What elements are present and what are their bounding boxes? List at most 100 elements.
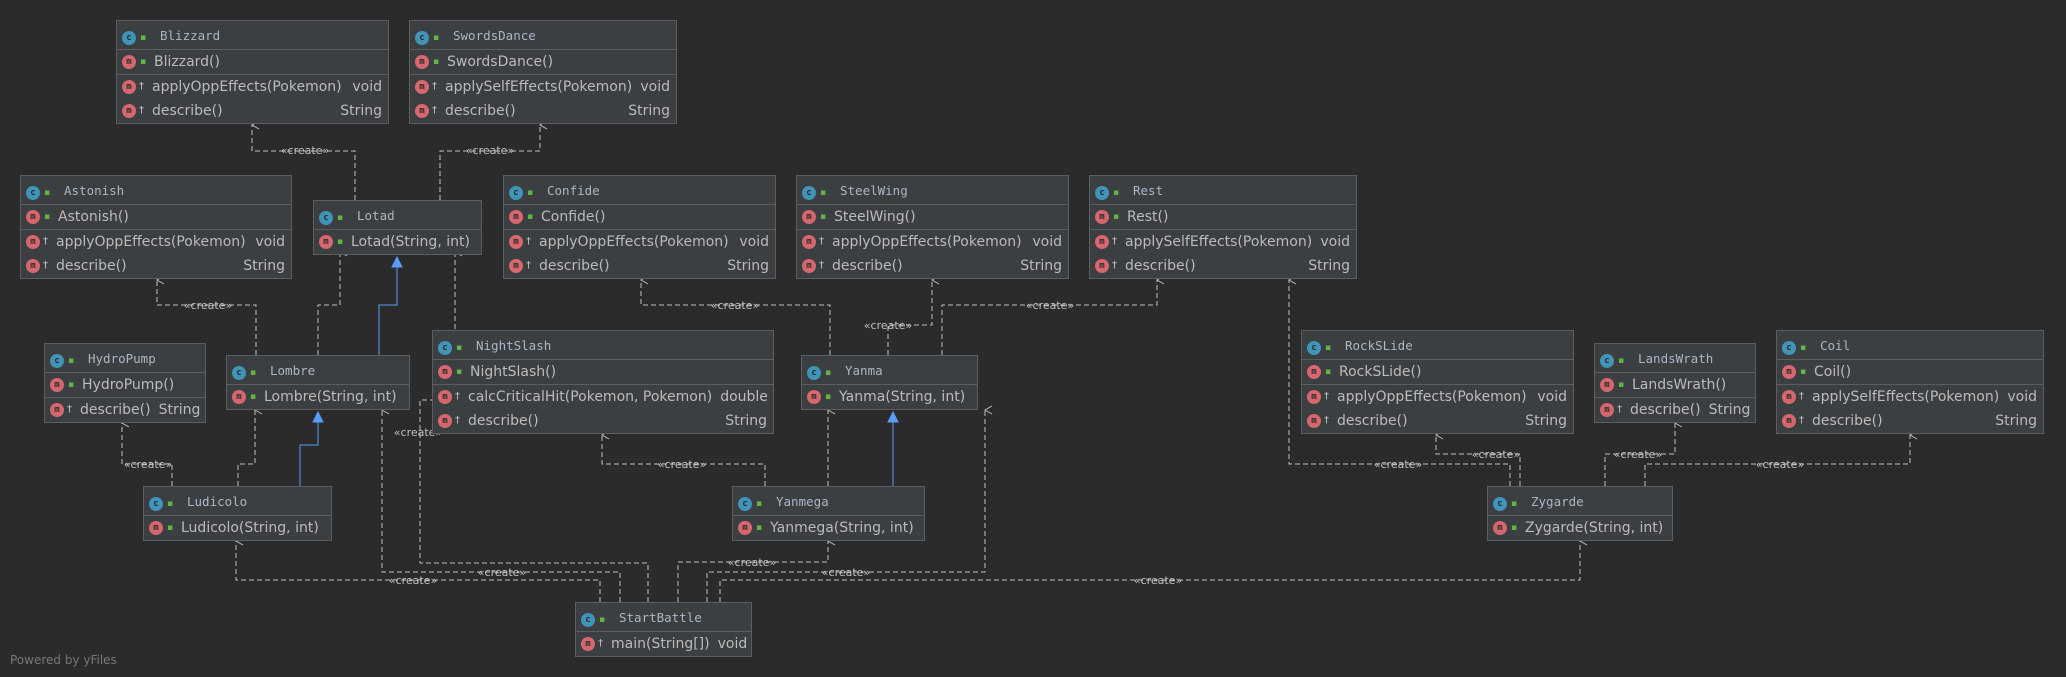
class-zygarde[interactable]: c ▪ Zygarde m ▪ Zygarde(String, int)	[1487, 486, 1673, 541]
member-row[interactable]: m † applyOppEffects(Pokemon) void	[21, 230, 291, 254]
class-icon: c	[319, 211, 333, 225]
member-row[interactable]: m † applyOppEffects(Pokemon) void	[797, 230, 1068, 254]
method-signature: describe()	[1812, 413, 1883, 429]
member-row[interactable]: m † describe() String	[1090, 254, 1356, 278]
method-icon: m	[1782, 365, 1796, 379]
member-row[interactable]: m ▪ Astonish()	[21, 205, 291, 229]
method-icon: m	[738, 521, 752, 535]
member-row[interactable]: m † applySelfEffects(Pokemon) void	[1777, 385, 2043, 409]
public-lock-icon: ▪	[336, 213, 344, 223]
member-row[interactable]: m † describe() String	[1302, 409, 1573, 433]
class-hydropump[interactable]: c ▪ HydroPump m ▪ HydroPump() m † describe() Stri…	[44, 343, 206, 423]
member-row[interactable]: m † main(String[]) void	[576, 632, 751, 656]
member-row[interactable]: m ▪ LandsWrath()	[1595, 373, 1755, 397]
member-row[interactable]: m ▪ NightSlash()	[433, 360, 773, 384]
edge-lombre-astonish-label: «create»	[184, 299, 232, 312]
class-rockslide[interactable]: c ▪ RockSLide m ▪ RockSLide() m † applyOppEffect…	[1301, 330, 1574, 434]
public-lock-icon: ▪	[139, 57, 147, 67]
edge-startbattle-lombre-label: «create»	[478, 566, 526, 579]
class-name: RockSLide	[1345, 338, 1413, 353]
method-signature: applyOppEffects(Pokemon)	[539, 234, 729, 250]
public-lock-icon: ▪	[1510, 499, 1518, 509]
class-astonish[interactable]: c ▪ Astonish m ▪ Astonish() m † applyOppEffects(…	[20, 175, 292, 279]
return-type: String	[628, 103, 670, 119]
inherit-lombre-lotad	[378, 257, 398, 355]
member-row[interactable]: m † describe() String	[117, 99, 388, 123]
method-icon: m	[438, 365, 452, 379]
method-icon: m	[232, 390, 246, 404]
class-swordsdance[interactable]: c ▪ SwordsDance m ▪ SwordsDance() m † applySelfE…	[409, 20, 677, 124]
member-row[interactable]: m † describe() String	[504, 254, 775, 278]
class-yanmega[interactable]: c ▪ Yanmega m ▪ Yanmega(String, int)	[732, 486, 925, 541]
member-row[interactable]: m † applySelfEffects(Pokemon) void	[410, 75, 676, 99]
method-signature: NightSlash()	[470, 364, 557, 380]
class-header: c ▪ NightSlash	[433, 331, 773, 360]
method-icon: m	[1782, 414, 1796, 428]
member-row[interactable]: m ▪ Yanma(String, int)	[802, 385, 977, 409]
member-row[interactable]: m ▪ Blizzard()	[117, 50, 388, 74]
member-section: m ▪ Yanmega(String, int)	[733, 516, 924, 540]
class-rest[interactable]: c ▪ Rest m ▪ Rest() m † applySelfEffects(Pokemon…	[1089, 175, 1357, 279]
method-signature: LandsWrath()	[1632, 377, 1727, 393]
member-row[interactable]: m † describe() String	[1595, 398, 1755, 422]
member-section: m ▪ LandsWrath()	[1595, 373, 1755, 398]
public-lock-icon: ▪	[1112, 188, 1120, 198]
member-row[interactable]: m ▪ Zygarde(String, int)	[1488, 516, 1672, 540]
return-type: void	[352, 79, 382, 95]
member-row[interactable]: m † describe() String	[21, 254, 291, 278]
member-row[interactable]: m † describe() String	[433, 409, 773, 433]
method-signature: HydroPump()	[82, 377, 175, 393]
class-blizzard[interactable]: c ▪ Blizzard m ▪ Blizzard() m † applyOppEffects(…	[116, 20, 389, 124]
edge-lombre-lotad	[317, 247, 348, 355]
inherit-ludicolo-lombre	[299, 412, 319, 486]
class-steelwing[interactable]: c ▪ SteelWing m ▪ SteelWing() m † applyOppEffect…	[796, 175, 1069, 279]
member-row[interactable]: m ▪ SteelWing()	[797, 205, 1068, 229]
member-row[interactable]: m † describe() String	[1777, 409, 2043, 433]
method-signature: main(String[])	[611, 636, 710, 652]
member-row[interactable]: m † calcCriticalHit(Pokemon, Pokemon) doubl…	[433, 385, 773, 409]
member-row[interactable]: m ▪ HydroPump()	[45, 373, 205, 397]
member-row[interactable]: m † describe() String	[797, 254, 1068, 278]
edge-lotad-blizzard-label: «create»	[281, 144, 329, 157]
member-row[interactable]: m † applyOppEffects(Pokemon) void	[504, 230, 775, 254]
member-row[interactable]: m † applyOppEffects(Pokemon) void	[1302, 385, 1573, 409]
class-ludicolo[interactable]: c ▪ Ludicolo m ▪ Ludicolo(String, int)	[143, 486, 332, 541]
class-lombre[interactable]: c ▪ Lombre m ▪ Lombre(String, int)	[226, 355, 410, 410]
member-row[interactable]: m ▪ SwordsDance()	[410, 50, 676, 74]
class-header: c ▪ Astonish	[21, 176, 291, 205]
return-type: void	[1032, 234, 1062, 250]
member-row[interactable]: m ▪ Confide()	[504, 205, 775, 229]
class-icon: c	[232, 366, 246, 380]
public-lock-icon: ▪	[1324, 343, 1332, 353]
member-row[interactable]: m ▪ RockSLide()	[1302, 360, 1573, 384]
member-row[interactable]: m ▪ Lombre(String, int)	[227, 385, 409, 409]
class-startbattle[interactable]: c ▪ StartBattle m † main(String[]) void	[575, 602, 752, 657]
member-row[interactable]: m ▪ Yanmega(String, int)	[733, 516, 924, 540]
return-type: String	[1995, 413, 2037, 429]
class-confide[interactable]: c ▪ Confide m ▪ Confide() m † applyOppEffects(Po…	[503, 175, 776, 279]
class-header: c ▪ SteelWing	[797, 176, 1068, 205]
class-lotad[interactable]: c ▪ Lotad m ▪ Lotad(String, int)	[313, 200, 482, 255]
member-row[interactable]: m ▪ Rest()	[1090, 205, 1356, 229]
member-row[interactable]: m ▪ Ludicolo(String, int)	[144, 516, 331, 540]
class-coil[interactable]: c ▪ Coil m ▪ Coil() m † applySelfEffects(Pokemon…	[1776, 330, 2044, 434]
method-signature: describe()	[468, 413, 539, 429]
member-row[interactable]: m † describe() String	[45, 398, 205, 422]
public-lock-icon: ▪	[67, 380, 75, 390]
member-row[interactable]: m † applySelfEffects(Pokemon) void	[1090, 230, 1356, 254]
edge-ludicolo-hydropump-label: «create»	[124, 458, 172, 471]
class-nightslash[interactable]: c ▪ NightSlash m ▪ NightSlash() m † calcCritical…	[432, 330, 774, 434]
visibility-icon: †	[526, 260, 531, 271]
member-row[interactable]: m ▪ Coil()	[1777, 360, 2043, 384]
member-row[interactable]: m † applyOppEffects(Pokemon) void	[117, 75, 388, 99]
class-yanma[interactable]: c ▪ Yanma m ▪ Yanma(String, int)	[801, 355, 978, 410]
class-icon: c	[1095, 186, 1109, 200]
member-row[interactable]: m † describe() String	[410, 99, 676, 123]
method-signature: Zygarde(String, int)	[1525, 520, 1664, 536]
class-landswrath[interactable]: c ▪ LandsWrath m ▪ LandsWrath() m † describe() St…	[1594, 343, 1756, 423]
method-signature: applyOppEffects(Pokemon)	[152, 79, 342, 95]
edge-zygarde-rockslide-label: «create»	[1472, 448, 1520, 461]
member-row[interactable]: m ▪ Lotad(String, int)	[314, 230, 481, 254]
edge-yanma-steelwing-label: «create»	[864, 319, 912, 332]
return-type: String	[725, 413, 767, 429]
